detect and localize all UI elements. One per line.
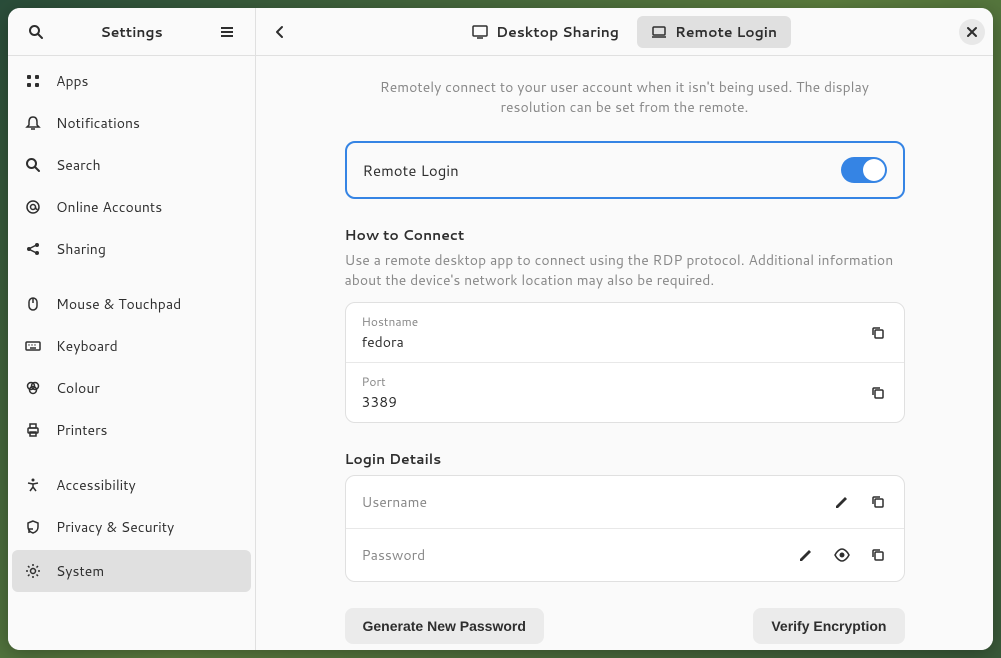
sidebar-item-notifications[interactable]: Notifications: [8, 102, 255, 144]
color-icon: [24, 379, 42, 397]
copy-password-button[interactable]: [868, 545, 888, 565]
sidebar-item-apps[interactable]: Apps: [8, 60, 255, 102]
apps-icon: [24, 72, 42, 90]
sidebar-item-label: Online Accounts: [56, 197, 162, 217]
sidebar-item-label: Keyboard: [56, 336, 118, 356]
sidebar-item-label: Printers: [56, 420, 108, 440]
sidebar-item-label: Search: [56, 155, 101, 175]
username-label: Username: [362, 492, 832, 512]
sidebar-item-online-accounts[interactable]: Online Accounts: [8, 186, 255, 228]
hostname-row: Hostname fedora: [346, 303, 904, 363]
sidebar-item-system[interactable]: System: [12, 550, 251, 592]
search-button[interactable]: [20, 16, 52, 48]
switch-knob: [863, 159, 885, 181]
generate-password-button[interactable]: Generate New Password: [345, 608, 544, 644]
bell-icon: [24, 114, 42, 132]
eye-icon: [834, 547, 850, 563]
gear-icon: [24, 562, 42, 580]
footer-buttons: Generate New Password Verify Encryption: [345, 608, 905, 644]
port-row: Port 3389: [346, 363, 904, 422]
remote-login-toggle-row: Remote Login: [345, 141, 905, 199]
edit-username-button[interactable]: [832, 492, 852, 512]
keyboard-icon: [24, 337, 42, 355]
sidebar-item-label: Sharing: [56, 239, 106, 259]
sidebar-item-label: Mouse & Touchpad: [56, 294, 181, 314]
login-details-title: Login Details: [345, 449, 905, 469]
sidebar-item-search[interactable]: Search: [8, 144, 255, 186]
tab-label: Remote Login: [675, 22, 777, 42]
settings-window: Settings Apps Notifications Search Online A…: [8, 8, 993, 650]
page-description: Remotely connect to your user account wh…: [365, 78, 885, 117]
sidebar-title: Settings: [100, 22, 162, 42]
remote-login-switch[interactable]: [841, 157, 887, 183]
sidebar-list[interactable]: Apps Notifications Search Online Accounts Sh…: [8, 56, 255, 650]
pencil-icon: [834, 494, 850, 510]
tab-remote-login[interactable]: Remote Login: [637, 16, 791, 48]
tabs: Desktop Sharing Remote Login: [264, 16, 985, 48]
at-icon: [24, 198, 42, 216]
port-value: 3389: [362, 392, 868, 412]
main-header: Desktop Sharing Remote Login: [256, 8, 993, 56]
hamburger-icon: [219, 24, 235, 40]
search-icon: [24, 156, 42, 174]
login-details-card: Username Password: [345, 475, 905, 582]
sidebar-item-label: Colour: [56, 378, 100, 398]
hostname-value: fedora: [362, 332, 868, 352]
desktop-icon: [472, 24, 488, 40]
hostname-label: Hostname: [362, 313, 868, 330]
sidebar-item-label: System: [56, 561, 104, 581]
mouse-icon: [24, 295, 42, 313]
show-password-button[interactable]: [832, 545, 852, 565]
toggle-label: Remote Login: [363, 160, 459, 181]
how-to-connect-title: How to Connect: [345, 225, 905, 245]
tab-desktop-sharing[interactable]: Desktop Sharing: [458, 16, 633, 48]
printer-icon: [24, 421, 42, 439]
copy-icon: [870, 547, 886, 563]
share-icon: [24, 240, 42, 258]
privacy-icon: [24, 518, 42, 536]
port-label: Port: [362, 373, 868, 390]
close-icon: [966, 26, 978, 38]
sidebar-item-printers[interactable]: Printers: [8, 409, 255, 451]
sidebar-item-mouse-touchpad[interactable]: Mouse & Touchpad: [8, 283, 255, 325]
sidebar-item-label: Privacy & Security: [56, 517, 174, 537]
copy-icon: [870, 325, 886, 341]
verify-encryption-button[interactable]: Verify Encryption: [753, 608, 904, 644]
copy-username-button[interactable]: [868, 492, 888, 512]
how-to-connect-desc: Use a remote desktop app to connect usin…: [345, 251, 905, 290]
tab-label: Desktop Sharing: [496, 22, 619, 42]
pencil-icon: [798, 547, 814, 563]
password-label: Password: [362, 545, 796, 565]
username-row: Username: [346, 476, 904, 529]
close-button[interactable]: [959, 19, 985, 45]
sidebar-item-sharing[interactable]: Sharing: [8, 228, 255, 270]
back-button[interactable]: [264, 16, 296, 48]
content-area[interactable]: Remotely connect to your user account wh…: [256, 56, 993, 650]
edit-password-button[interactable]: [796, 545, 816, 565]
sidebar-item-privacy-security[interactable]: Privacy & Security: [8, 506, 255, 548]
copy-icon: [870, 385, 886, 401]
connection-info-card: Hostname fedora Port 3389: [345, 302, 905, 423]
password-row: Password: [346, 529, 904, 581]
sidebar-item-label: Apps: [56, 71, 89, 91]
sidebar-item-accessibility[interactable]: Accessibility: [8, 464, 255, 506]
sidebar: Settings Apps Notifications Search Online A…: [8, 8, 255, 650]
accessibility-icon: [24, 476, 42, 494]
chevron-left-icon: [272, 24, 288, 40]
search-icon: [28, 24, 44, 40]
sidebar-item-keyboard[interactable]: Keyboard: [8, 325, 255, 367]
laptop-icon: [651, 24, 667, 40]
menu-button[interactable]: [211, 16, 243, 48]
sidebar-item-colour[interactable]: Colour: [8, 367, 255, 409]
sidebar-item-label: Notifications: [56, 113, 140, 133]
copy-port-button[interactable]: [868, 383, 888, 403]
copy-hostname-button[interactable]: [868, 323, 888, 343]
sidebar-item-label: Accessibility: [56, 475, 136, 495]
main-panel: Desktop Sharing Remote Login Remotely co…: [255, 8, 993, 650]
sidebar-header: Settings: [8, 8, 255, 56]
copy-icon: [870, 494, 886, 510]
